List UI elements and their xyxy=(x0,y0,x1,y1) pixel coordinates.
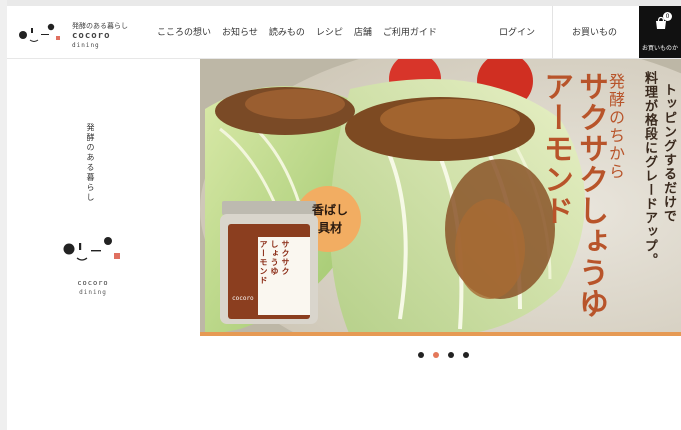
jar-product-label: サクサク しょうゆ アーモンド xyxy=(258,240,291,285)
logo-name: cocoro xyxy=(72,31,111,41)
header-logo[interactable]: 発酵のある暮らし cocoro dining xyxy=(17,14,147,50)
shop-link[interactable]: お買いもの xyxy=(572,25,617,38)
nav-item-recipes[interactable]: レシピ xyxy=(316,25,343,38)
carousel-dots xyxy=(418,352,478,358)
nav-item-articles[interactable]: 読みもの xyxy=(269,25,305,38)
carousel-dot-1[interactable] xyxy=(418,352,424,358)
cocoro-logo-mark-icon xyxy=(19,23,60,42)
nav-item-news[interactable]: お知らせ xyxy=(222,25,258,38)
sidebar-logo-name: cocoro xyxy=(77,279,109,287)
hero-accent-line xyxy=(200,332,681,336)
hero-title-line2: アーモンド xyxy=(538,71,573,226)
badge-line2: 具材 xyxy=(318,221,343,235)
nav-item-philosophy[interactable]: こころの想い xyxy=(157,25,211,38)
login-link[interactable]: ログイン xyxy=(499,25,535,38)
cart-button[interactable]: 0 お買いものか xyxy=(639,6,681,58)
hero-badge: 香ばし 具材 xyxy=(312,201,348,237)
logo-text: 発酵のある暮らし cocoro dining xyxy=(72,21,128,51)
jar-label-line1: サクサク xyxy=(281,240,291,276)
nav-item-stores[interactable]: 店舗 xyxy=(354,25,372,38)
carousel-dot-3[interactable] xyxy=(448,352,454,358)
jar-label-line3: アーモンド xyxy=(259,240,269,285)
cart-count-badge: 0 xyxy=(663,12,672,21)
cocoro-logo-mark-icon xyxy=(63,237,120,261)
carousel-dot-2[interactable] xyxy=(433,352,439,358)
site-header: 発酵のある暮らし cocoro dining こころの想い お知らせ 読みもの … xyxy=(7,6,681,59)
sidebar-logo[interactable]: cocoro dining xyxy=(58,235,128,305)
cart-label: お買いものか xyxy=(642,45,679,52)
sidebar-tagline: 発酵のある暮らし xyxy=(86,123,95,203)
jar-label-line2: しょうゆ xyxy=(270,240,280,276)
window-left-border xyxy=(0,0,7,430)
sidebar: 発酵のある暮らし cocoro dining xyxy=(7,59,200,349)
hero-lead-line1: トッピングするだけで xyxy=(661,83,676,223)
main-nav: こころの想い お知らせ 読みもの レシピ 店舗 ご利用ガイド xyxy=(157,25,448,38)
sidebar-logo-sub: dining xyxy=(79,289,107,296)
hero-banner[interactable]: サクサク しょうゆ アーモンド cocoro 香ばし 具材 発酵のちから サクサ… xyxy=(200,59,681,336)
hero-lead-line2: 料理が格段にグレードアップ。 xyxy=(642,71,657,267)
nav-item-guide[interactable]: ご利用ガイド xyxy=(383,25,437,38)
logo-sub: dining xyxy=(72,42,100,49)
header-divider xyxy=(552,6,553,58)
logo-tagline: 発酵のある暮らし xyxy=(72,22,128,30)
badge-line1: 香ばし xyxy=(312,203,349,217)
carousel-dot-4[interactable] xyxy=(463,352,469,358)
jar-brand: cocoro xyxy=(232,295,254,302)
